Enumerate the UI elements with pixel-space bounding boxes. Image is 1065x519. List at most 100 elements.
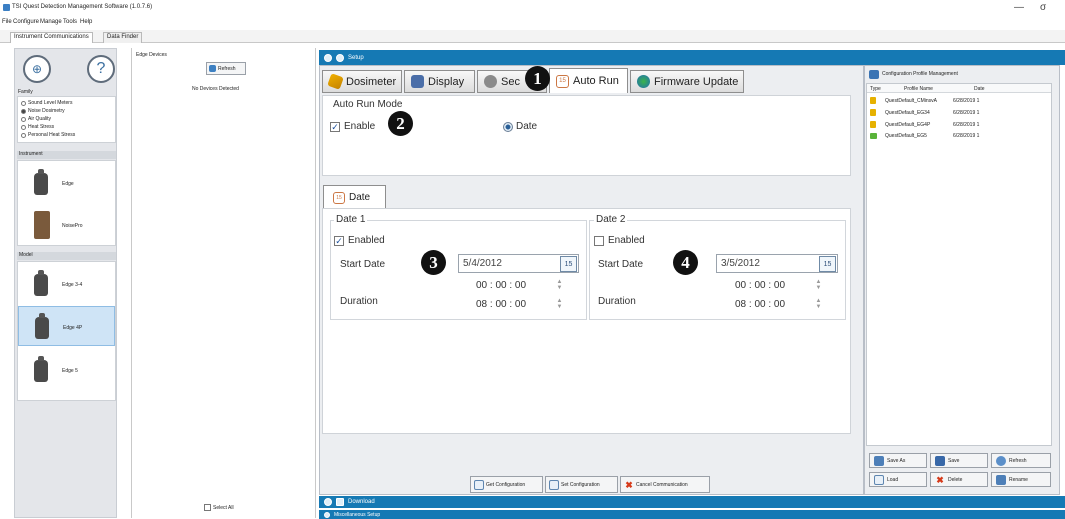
select-all-checkbox[interactable]: Select All xyxy=(204,504,234,511)
left-panel: ⊕ ? Family Sound Level Meters Noise Dosi… xyxy=(14,48,117,518)
callout-badge-3: 3 xyxy=(421,250,446,275)
date2-start-time[interactable]: 00 : 00 : 00 xyxy=(735,280,785,291)
date2-duration-value[interactable]: 08 : 00 : 00 xyxy=(735,299,785,310)
date1-duration-label: Duration xyxy=(340,296,378,307)
family-group: Sound Level Meters Noise Dosimetry Air Q… xyxy=(17,96,116,143)
cancel-communication-button[interactable]: ✖ Cancel Communication xyxy=(620,476,710,493)
date2-enabled-checkbox[interactable] xyxy=(594,236,604,246)
refresh-icon xyxy=(209,65,216,72)
delete-button[interactable]: ✖ Delete xyxy=(930,472,988,487)
top-tab-strip: Instrument Communications Data Finder xyxy=(0,30,1065,43)
no-devices-status: No Devices Detected xyxy=(192,86,239,92)
radio-sound-level-meters[interactable]: Sound Level Meters xyxy=(21,100,72,106)
model-edge-5[interactable]: Edge 5 xyxy=(18,350,115,390)
date2-enabled-label: Enabled xyxy=(608,235,645,246)
lock-icon xyxy=(870,109,876,116)
calendar-icon: 15 xyxy=(333,191,345,204)
menu-manage[interactable]: Manage xyxy=(40,19,62,25)
model-group: Edge 3-4 Edge 4P Edge 5 xyxy=(17,261,116,401)
title-bar: TSI Quest Detection Management Software … xyxy=(0,0,1065,17)
lock-icon xyxy=(484,75,497,88)
help-icon[interactable]: ? xyxy=(87,55,115,83)
setup-header[interactable]: Setup xyxy=(319,50,1065,65)
date1-start-label: Start Date xyxy=(340,259,386,270)
collapse-icon xyxy=(324,53,332,62)
radio-heat-stress[interactable]: Heat Stress xyxy=(21,124,54,130)
date2-duration-spinner[interactable]: ▲ ▼ xyxy=(815,298,822,311)
radio-air-quality[interactable]: Air Quality xyxy=(21,116,51,122)
profile-row[interactable]: QuestDefault_EG34 6/28/2019 1 xyxy=(870,109,979,116)
menu-tools[interactable]: Tools xyxy=(63,19,77,25)
tab-firmware-update[interactable]: Firmware Update xyxy=(630,70,744,93)
tab-instrument-communications[interactable]: Instrument Communications xyxy=(10,32,93,43)
radio-noise-dosimetry[interactable]: Noise Dosimetry xyxy=(21,108,65,114)
upload-icon xyxy=(549,479,559,490)
date2-calendar-button[interactable]: 15 xyxy=(819,256,836,272)
date-radio[interactable] xyxy=(503,122,513,132)
save-button[interactable]: Save xyxy=(930,453,988,468)
download-icon xyxy=(336,498,344,506)
profile-table-header: Type Profile Name Date xyxy=(867,84,1051,93)
edge-device-icon xyxy=(34,356,48,382)
callout-badge-4: 4 xyxy=(673,250,698,275)
tab-display[interactable]: Display xyxy=(404,70,475,93)
family-label: Family xyxy=(18,89,33,95)
collapse-icon xyxy=(324,498,332,506)
rename-icon xyxy=(996,474,1006,485)
enable-checkbox[interactable]: ✓ xyxy=(330,122,340,132)
profile-row[interactable]: QuestDefault_CMinsvA 6/28/2019 1 xyxy=(870,97,979,104)
profile-row[interactable]: QuestDefault_EG5 6/28/2019 1 xyxy=(870,133,979,139)
refresh-icon xyxy=(996,455,1006,466)
instrument-edge[interactable]: Edge xyxy=(18,163,115,203)
model-edge-3-4[interactable]: Edge 3-4 xyxy=(18,264,115,304)
menu-configure[interactable]: Configure xyxy=(13,19,39,25)
minimize-button[interactable]: — xyxy=(1014,2,1024,13)
date1-enabled-checkbox[interactable]: ✓ xyxy=(334,236,344,246)
date2-duration-label: Duration xyxy=(598,296,636,307)
download-header[interactable]: Download xyxy=(319,496,1065,508)
refresh-profiles-button[interactable]: Refresh xyxy=(991,453,1051,468)
load-icon xyxy=(874,474,884,485)
refresh-devices-button[interactable]: Refresh xyxy=(206,62,246,75)
instrument-label: Instrument xyxy=(17,151,116,159)
get-configuration-button[interactable]: Get Configuration xyxy=(470,476,543,493)
connect-icon[interactable]: ⊕ xyxy=(23,55,51,83)
date2-time-spinner[interactable]: ▲ ▼ xyxy=(815,279,822,292)
cancel-x-icon: ✖ xyxy=(625,479,633,490)
edge-devices-panel: Edge Devices Refresh No Devices Detected… xyxy=(131,48,316,518)
save-icon xyxy=(935,455,945,466)
date1-calendar-button[interactable]: 15 xyxy=(560,256,577,272)
date1-duration-spinner[interactable]: ▲ ▼ xyxy=(556,298,563,311)
date1-start-time[interactable]: 00 : 00 : 00 xyxy=(476,280,526,291)
date1-duration-value[interactable]: 08 : 00 : 00 xyxy=(476,299,526,310)
date-radio-label: Date xyxy=(516,121,538,132)
delete-x-icon: ✖ xyxy=(936,474,944,485)
profile-icon xyxy=(869,69,879,79)
collapse-icon xyxy=(324,511,330,518)
date1-enabled-label: Enabled xyxy=(348,235,385,246)
load-button[interactable]: Load xyxy=(869,472,927,487)
restore-button[interactable]: σ xyxy=(1040,2,1046,13)
save-as-button[interactable]: Save As xyxy=(869,453,927,468)
edge-devices-title: Edge Devices xyxy=(136,52,167,58)
config-profile-title: Configuration Profile Management xyxy=(867,68,1057,80)
auto-run-mode-label: Auto Run Mode xyxy=(333,99,403,110)
radio-personal-heat-stress[interactable]: Personal Heat Stress xyxy=(21,132,75,138)
tab-dosimeter[interactable]: Dosimeter xyxy=(322,70,402,93)
menu-file[interactable]: File xyxy=(2,19,12,25)
subtab-date[interactable]: 15 Date xyxy=(323,185,386,209)
mic-icon xyxy=(327,73,344,90)
menu-help[interactable]: Help xyxy=(80,19,92,25)
set-configuration-button[interactable]: Set Configuration xyxy=(545,476,618,493)
rename-button[interactable]: Rename xyxy=(991,472,1051,487)
tab-data-finder[interactable]: Data Finder xyxy=(103,32,143,43)
model-edge-4p[interactable]: Edge 4P xyxy=(18,306,115,346)
tab-auto-run[interactable]: 15 Auto Run xyxy=(549,68,628,93)
date1-time-spinner[interactable]: ▲ ▼ xyxy=(556,279,563,292)
instrument-noisepro[interactable]: NoisePro xyxy=(18,205,115,245)
misc-setup-header[interactable]: Miscellaneous Setup xyxy=(319,510,1065,519)
lock-icon xyxy=(870,121,876,128)
edge-device-icon xyxy=(34,270,48,296)
globe-icon xyxy=(637,75,650,88)
profile-row[interactable]: QuestDefault_EG4P 6/28/2019 1 xyxy=(870,121,979,128)
